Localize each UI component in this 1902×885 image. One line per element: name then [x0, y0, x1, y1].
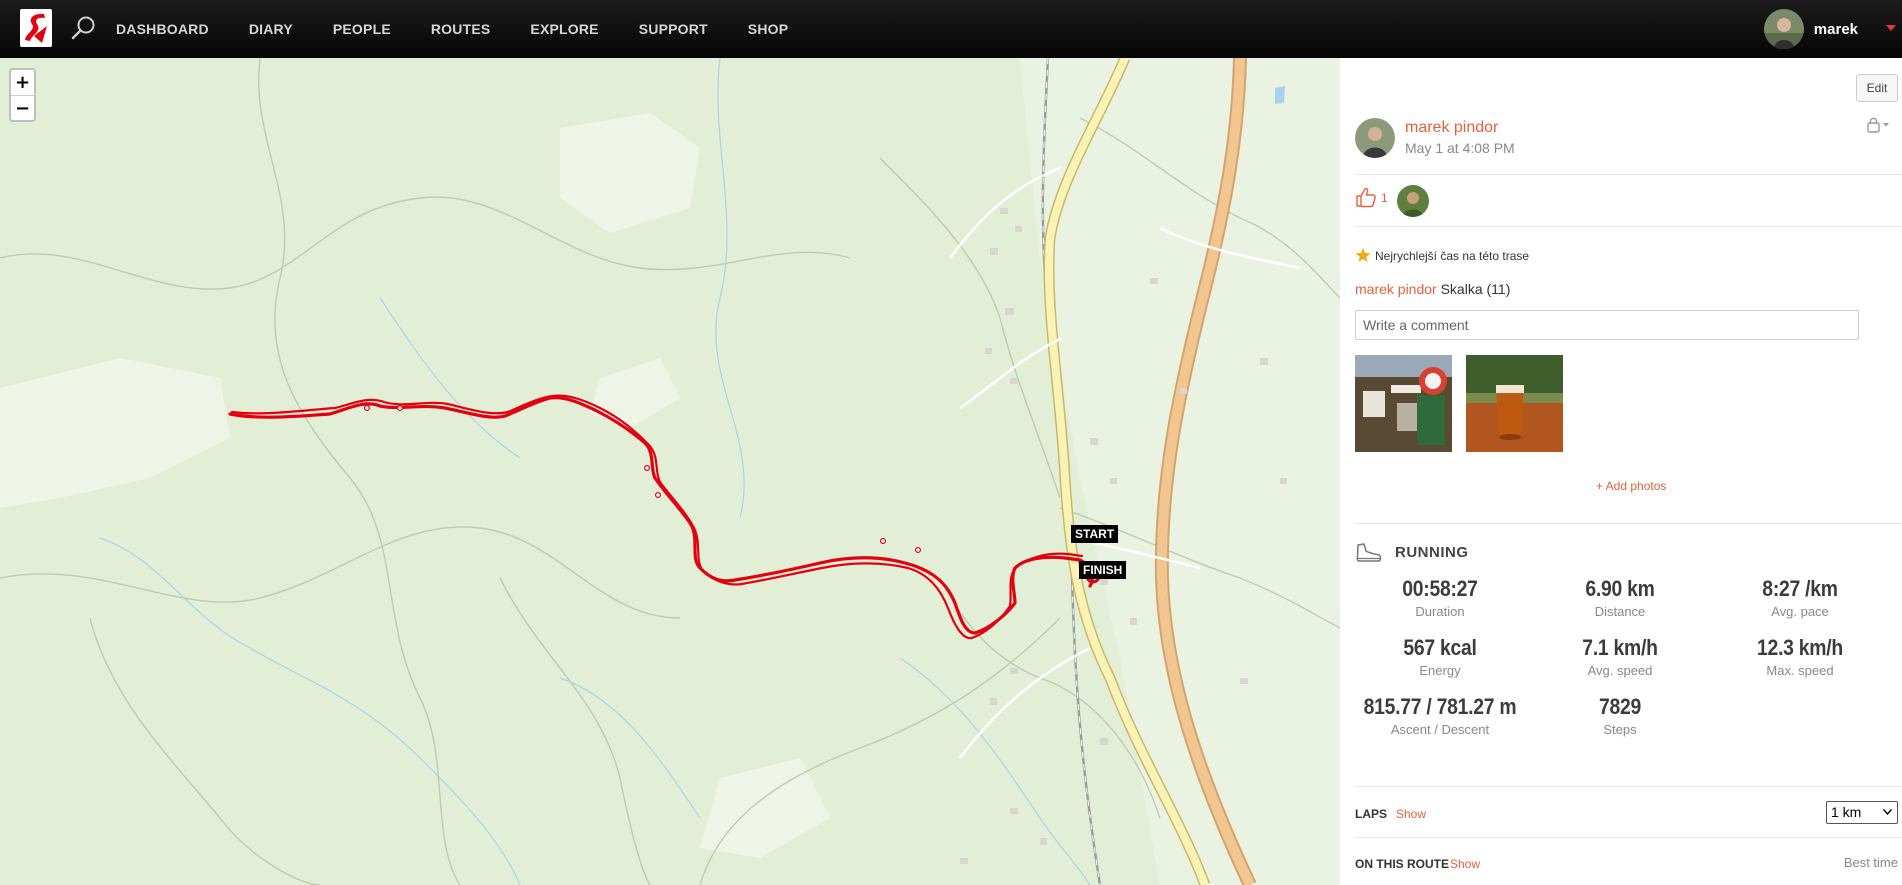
map-canvas[interactable]	[0, 58, 1340, 885]
route-author-link[interactable]: marek pindor	[1355, 281, 1437, 297]
edit-button[interactable]: Edit	[1856, 74, 1898, 102]
lock-icon[interactable]	[1864, 116, 1890, 134]
stat-avg-pace: 8:27 /km Avg. pace	[1710, 576, 1890, 619]
stat-value: 7.1 km/h	[1582, 635, 1658, 660]
divider	[1355, 786, 1902, 787]
chevron-down-icon[interactable]	[1886, 25, 1896, 31]
route-name[interactable]: Skalka (11)	[1441, 281, 1511, 297]
laps-interval-select[interactable]: 1 km	[1826, 801, 1898, 824]
nav-shop[interactable]: SHOP	[748, 21, 788, 37]
divider	[1355, 523, 1902, 524]
author-avatar[interactable]	[1355, 118, 1395, 158]
nav-diary[interactable]: DIARY	[249, 21, 293, 37]
laps-interval-value: 1 km	[1831, 804, 1862, 820]
stat-label: Duration	[1415, 604, 1465, 619]
laps-title: LAPS	[1355, 807, 1388, 821]
stat-value: 00:58:27	[1402, 576, 1478, 601]
on-this-route-show-link[interactable]: Show	[1450, 857, 1480, 871]
main-nav: DASHBOARD DIARY PEOPLE ROUTES EXPLORE SU…	[116, 0, 828, 58]
finish-marker[interactable]: FINISH	[1079, 561, 1127, 579]
stat-label: Ascent / Descent	[1390, 722, 1490, 737]
liker-avatar[interactable]	[1397, 185, 1429, 217]
best-time-label[interactable]: Best time	[1844, 855, 1898, 870]
zoom-out-button[interactable]: −	[11, 95, 34, 120]
stat-value: 567 kcal	[1403, 635, 1477, 660]
route-map[interactable]: + − START FINISH	[0, 58, 1340, 885]
stat-value: 7829	[1598, 694, 1642, 719]
start-marker[interactable]: START	[1071, 525, 1119, 543]
zoom-control: + −	[9, 68, 36, 122]
user-name[interactable]: marek	[1814, 21, 1858, 38]
stat-value: 6.90 km	[1585, 576, 1655, 601]
activity-time: May 1 at 4:08 PM	[1405, 140, 1515, 156]
route-info: marek pindor Skalka (11)	[1355, 281, 1510, 297]
activity-panel: Edit marek pindor May 1 at 4:08 PM 1 Nej…	[1340, 58, 1902, 885]
stats-grid: 00:58:27 Duration 6.90 km Distance 8:27 …	[1350, 576, 1895, 737]
nav-support[interactable]: SUPPORT	[639, 21, 708, 37]
stat-label: Energy	[1419, 663, 1461, 678]
stat-value: 12.3 km/h	[1757, 635, 1843, 660]
user-avatar[interactable]	[1763, 9, 1804, 49]
stat-steps: 7829 Steps	[1530, 694, 1710, 737]
activity-photo[interactable]	[1355, 355, 1452, 452]
add-photos-link[interactable]: + Add photos	[1596, 479, 1666, 493]
nav-people[interactable]: PEOPLE	[333, 21, 391, 37]
fastest-time-badge: Nejrychlejší čas na této trase	[1375, 249, 1530, 263]
comment-input[interactable]	[1355, 310, 1859, 340]
user-menu[interactable]: marek	[1763, 0, 1902, 58]
thumbs-up-icon[interactable]	[1355, 186, 1377, 208]
sport-type: RUNNING	[1395, 544, 1469, 561]
stat-avg-speed: 7.1 km/h Avg. speed	[1530, 635, 1710, 678]
running-shoe-icon	[1356, 543, 1382, 562]
laps-show-link[interactable]: Show	[1396, 807, 1426, 821]
zoom-in-button[interactable]: +	[11, 70, 34, 95]
divider	[1355, 226, 1902, 227]
star-icon	[1355, 248, 1371, 262]
nav-explore[interactable]: EXPLORE	[530, 21, 598, 37]
on-this-route-title: ON THIS ROUTE	[1355, 857, 1450, 871]
activity-photo[interactable]	[1466, 355, 1563, 452]
top-navigation-bar: DASHBOARD DIARY PEOPLE ROUTES EXPLORE SU…	[0, 0, 1902, 58]
stat-max-speed: 12.3 km/h Max. speed	[1710, 635, 1890, 678]
stat-duration: 00:58:27 Duration	[1350, 576, 1530, 619]
stat-label: Distance	[1594, 604, 1646, 619]
like-count[interactable]: 1	[1381, 191, 1388, 205]
stat-energy: 567 kcal Energy	[1350, 635, 1530, 678]
stat-value: 815.77 / 781.27 m	[1363, 694, 1517, 719]
chevron-down-icon	[1883, 809, 1892, 815]
sports-tracker-logo[interactable]	[20, 9, 52, 47]
stat-label: Steps	[1603, 722, 1637, 737]
author-name-link[interactable]: marek pindor	[1405, 119, 1498, 137]
stat-value: 8:27 /km	[1762, 576, 1838, 601]
stat-label: Avg. speed	[1587, 663, 1653, 678]
stat-label: Avg. pace	[1771, 604, 1829, 619]
search-icon[interactable]	[71, 15, 97, 41]
stat-distance: 6.90 km Distance	[1530, 576, 1710, 619]
nav-dashboard[interactable]: DASHBOARD	[116, 21, 209, 37]
stat-label: Max. speed	[1766, 663, 1834, 678]
stat-ascent-descent: 815.77 / 781.27 m Ascent / Descent	[1350, 694, 1530, 737]
nav-routes[interactable]: ROUTES	[431, 21, 491, 37]
divider	[1355, 174, 1902, 175]
divider	[1355, 837, 1902, 838]
